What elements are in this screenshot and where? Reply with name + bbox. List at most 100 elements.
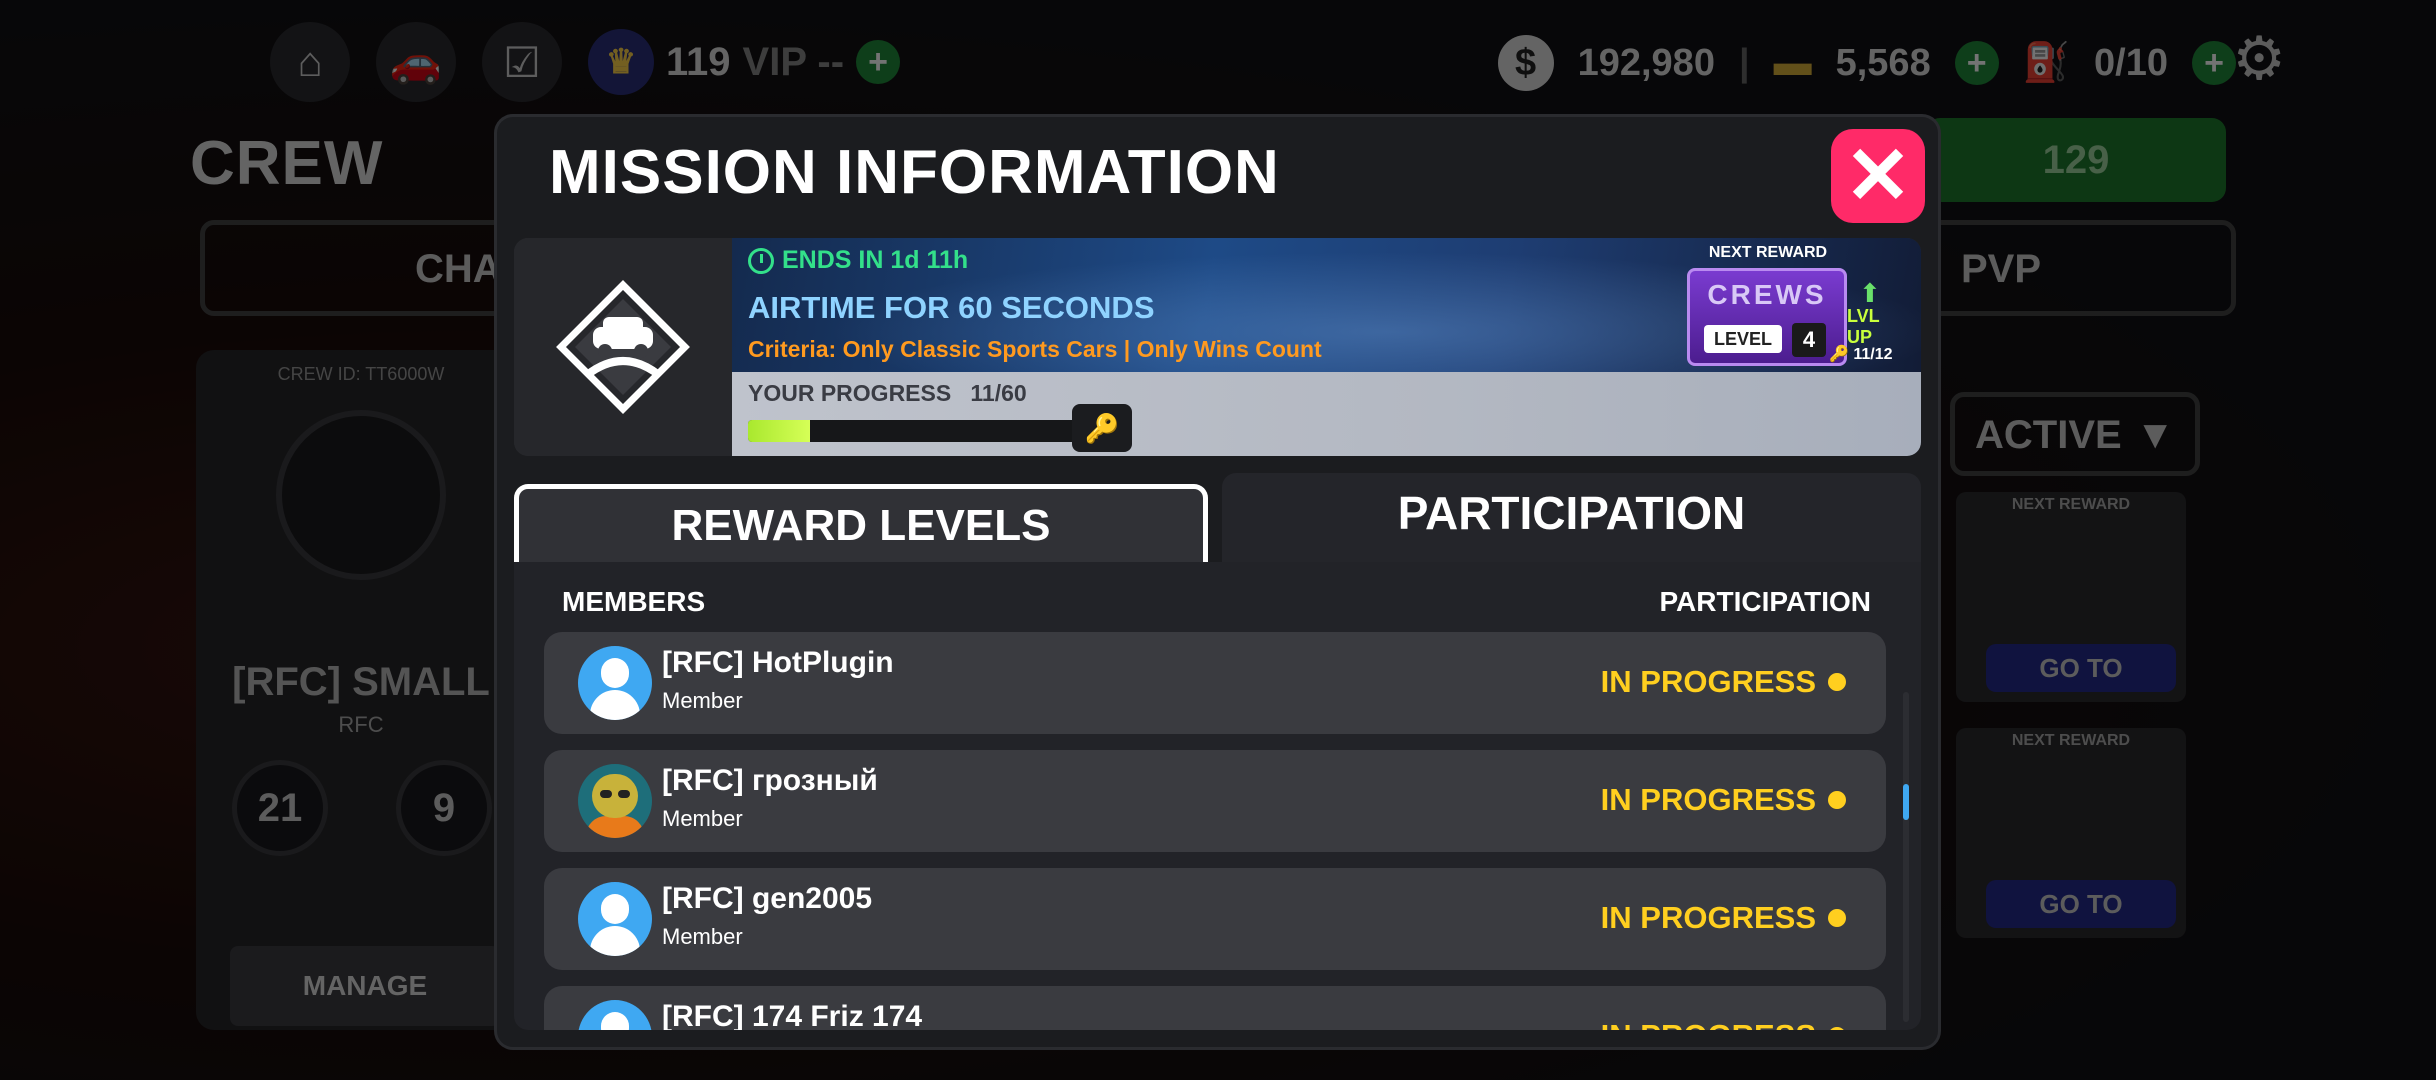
member-role: Member [662,688,743,713]
participation-list[interactable]: MEMBERS PARTICIPATION [RFC] HotPlugin Me… [514,562,1921,1030]
level-value: 119 [666,39,731,84]
member-row[interactable]: [RFC] 174 Friz 174 Member IN PROGRESS [544,986,1886,1030]
crew-id: CREW ID: TT6000W [277,364,445,384]
goto-button[interactable]: GO TO [1986,880,2176,928]
progress-bar [748,420,1088,442]
member-status-text: IN PROGRESS [1600,900,1816,935]
avatar [578,646,652,720]
member-name: [RFC] грозный [662,764,878,797]
next-reward-label: NEXT REWARD [2011,732,2131,749]
key-count-value: 11/12 [1853,346,1893,363]
goto-button[interactable]: GO TO [1986,644,2176,692]
crew-stat-a: 21 [232,760,328,856]
status-dot-icon [1828,909,1846,927]
next-reward-label: NEXT REWARD [2011,496,2131,513]
gear-icon[interactable]: ⚙ [2232,24,2286,94]
scrollbar[interactable] [1903,692,1909,1022]
modal-title: MISSION INFORMATION [549,138,1280,207]
vip-status: VIP -- [742,39,845,84]
progress-area: YOUR PROGRESS 11/60 🔑 [732,372,1921,456]
home-icon[interactable]: ⌂ [270,22,350,102]
gold-value: 5,568 [1835,41,1931,84]
member-status: IN PROGRESS [1601,782,1846,818]
member-name: [RFC] HotPlugin [662,646,894,679]
avatar [578,1000,652,1030]
member-role: Member [662,924,743,949]
chevron-down-icon: ▼ [2135,413,2175,457]
airtime-car-icon [556,280,690,414]
close-icon: ✕ [1844,131,1912,220]
member-status-text: IN PROGRESS [1600,664,1816,699]
lvl-up-text: LVL UP [1847,306,1880,347]
next-reward: NEXT REWARD CREWS LEVEL 4 ⬆ LVL UP 🔑 11/… [1683,244,1903,366]
level-label: LEVEL [1704,325,1783,353]
gold-plus-icon[interactable]: + [1954,41,1999,85]
tab-reward-levels[interactable]: REWARD LEVELS [514,484,1208,562]
next-reward-label: NEXT REWARD [1708,244,1828,261]
member-name: [RFC] gen2005 [662,882,873,915]
mission-criteria: Criteria: Only Classic Sports Cars | Onl… [748,336,1322,362]
close-button[interactable]: ✕ [1831,129,1925,223]
status-dot-icon [1828,1027,1846,1030]
progress-label: YOUR PROGRESS 11/60 [748,380,1027,407]
member-role: Member [662,806,743,831]
member-row[interactable]: [RFC] gen2005 Member IN PROGRESS [544,868,1886,970]
member-name: [RFC] 174 Friz 174 [662,1000,923,1030]
progress-label-text: YOUR PROGRESS [748,380,952,406]
crew-title: CREW [190,129,384,198]
scrollbar-thumb[interactable] [1903,784,1909,820]
mission-timer: ENDS IN 1d 11h [748,246,968,275]
status-dot-icon [1828,791,1846,809]
mission-type-icon [514,238,732,456]
divider: | [1738,41,1750,84]
crew-name: [RFC] SMALL [232,660,490,704]
member-status: IN PROGRESS [1601,664,1846,700]
vip-plus-icon[interactable]: + [856,40,901,84]
cash-icon: $ [1497,35,1554,91]
mission-ends-text: ENDS IN 1d 11h [782,246,969,274]
cash-value: 192,980 [1577,41,1715,84]
status-dot-icon [1828,673,1846,691]
player-level[interactable]: ♛ 119 VIP -- + [588,29,901,95]
key-icon: 🔑 [1829,346,1849,363]
missions-icon[interactable]: ☑ [482,22,562,102]
reward-card: NEXT REWARD GO TO [1956,728,2186,938]
status-filter-value: ACTIVE [1975,413,2122,457]
resource-bar: $ 192,980 | ▬ 5,568 + ⛽ 0/10 + [1497,30,2236,96]
crew-credits[interactable]: 129 [1926,118,2226,202]
fuel-value: 0/10 [2094,41,2168,84]
mission-name: AIRTIME FOR 60 SECONDS [748,290,1155,325]
crew-tag: RFC [338,712,384,737]
clock-icon [748,247,774,274]
fuel-icon: ⛽ [2022,42,2071,84]
avatar [578,882,652,956]
member-status-text: IN PROGRESS [1601,1018,1816,1030]
member-status: IN PROGRESS [1601,1018,1846,1030]
tab-pvp[interactable]: PVP [1961,247,2041,292]
key-count: 🔑 11/12 [1829,344,1893,364]
mission-information-modal: MISSION INFORMATION ✕ ENDS IN 1d 11h AIR… [497,117,1938,1047]
status-filter-dropdown[interactable]: ACTIVE ▼ [1950,392,2200,476]
member-status: IN PROGRESS [1601,900,1846,936]
manage-button[interactable]: MANAGE [230,946,500,1026]
member-status-text: IN PROGRESS [1600,782,1816,817]
key-icon: 🔑 [1072,404,1132,452]
member-row[interactable]: [RFC] грозный Member IN PROGRESS [544,750,1886,852]
progress-value: 11/60 [970,380,1027,406]
crews-level-badge: CREWS LEVEL 4 [1687,268,1847,366]
garage-icon[interactable]: 🚗 [376,22,456,102]
gold-icon: ▬ [1773,41,1812,84]
progress-fill [748,420,811,442]
crew-panel: CREW ID: TT6000W [RFC] SMALL RFC 21 9 MA… [196,350,526,1030]
column-header-members: MEMBERS [562,586,706,617]
up-arrow-icon: ⬆ [1859,278,1881,308]
avatar [578,764,652,838]
member-row[interactable]: [RFC] HotPlugin Member IN PROGRESS [544,632,1886,734]
crown-icon: ♛ [588,29,654,95]
crew-credits-value: 129 [2042,138,2110,182]
crews-badge-text: CREWS [1707,279,1827,310]
tab-participation[interactable]: PARTICIPATION [1222,473,1921,562]
level-number: 4 [1792,323,1826,357]
crew-emblem [276,410,446,580]
fuel-plus-icon[interactable]: + [2192,41,2236,85]
